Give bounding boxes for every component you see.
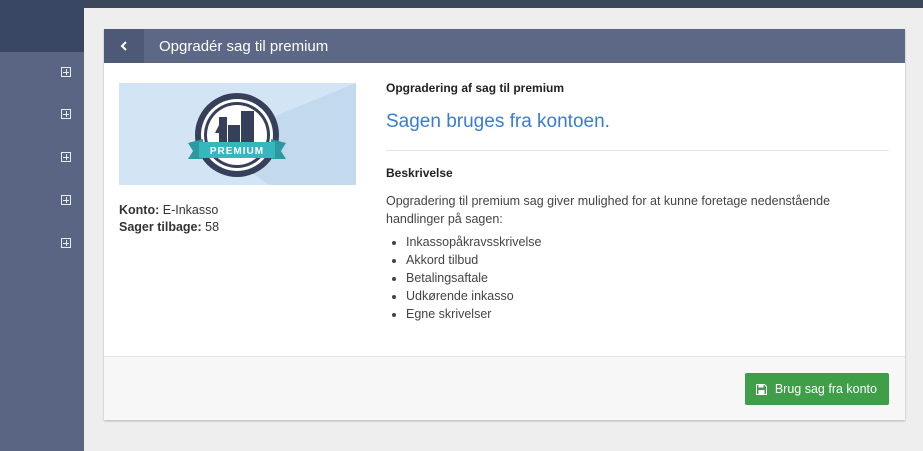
list-item: Akkord tilbud <box>406 251 889 269</box>
description-heading: Beskrivelse <box>386 166 453 180</box>
upgrade-panel: Opgradér sag til premium PREMIUM Konto: … <box>104 29 905 420</box>
list-item: Egne skrivelser <box>406 305 889 323</box>
page-title: Opgradér sag til premium <box>159 37 329 55</box>
feature-list: Inkassopåkravsskrivelse Akkord tilbud Be… <box>386 233 889 323</box>
floppy-disk-icon <box>755 383 767 395</box>
konto-label: Konto: <box>119 203 160 217</box>
premium-badge-icon: PREMIUM <box>188 83 356 185</box>
konto-row: Konto: E-Inkasso <box>119 202 356 219</box>
plus-square-icon <box>61 238 71 248</box>
status-text: Sagen bruges fra kontoen. <box>386 111 610 132</box>
details-column: Opgradering af sag til premium Sagen bru… <box>386 81 889 323</box>
sager-label: Sager tilbage: <box>119 220 202 234</box>
upgrade-title: Opgradering af sag til premium <box>386 81 565 95</box>
plus-square-icon <box>61 67 71 77</box>
account-column: PREMIUM Konto: E-Inkasso Sager tilbage: … <box>119 83 356 236</box>
sidebar-header <box>0 0 84 52</box>
sidebar-item-5[interactable] <box>0 223 84 263</box>
sidebar-item-4[interactable] <box>0 180 84 220</box>
panel-footer: Brug sag fra konto <box>104 356 905 420</box>
sidebar <box>0 0 84 451</box>
plus-square-icon <box>61 152 71 162</box>
badge-text: PREMIUM <box>210 146 264 157</box>
sager-value: 58 <box>205 220 220 234</box>
divider <box>386 150 889 151</box>
list-item: Udkørende inkasso <box>406 287 889 305</box>
sidebar-item-1[interactable] <box>0 52 84 92</box>
account-info: Konto: E-Inkasso Sager tilbage: 58 <box>119 202 356 236</box>
sidebar-item-2[interactable] <box>0 94 84 134</box>
plus-square-icon <box>61 109 71 119</box>
chevron-left-icon <box>120 41 127 51</box>
sager-row: Sager tilbage: 58 <box>119 219 356 236</box>
konto-value: E-Inkasso <box>162 203 219 217</box>
premium-badge-image: PREMIUM <box>119 83 356 185</box>
top-bar <box>0 0 923 8</box>
list-item: Betalingsaftale <box>406 269 889 287</box>
use-case-from-account-button[interactable]: Brug sag fra konto <box>744 373 889 405</box>
plus-square-icon <box>61 195 71 205</box>
description-text: Opgradering til premium sag giver muligh… <box>386 194 831 226</box>
button-label: Brug sag fra konto <box>774 382 877 396</box>
sidebar-item-3[interactable] <box>0 137 84 177</box>
list-item: Inkassopåkravsskrivelse <box>406 233 889 251</box>
back-button[interactable] <box>104 29 144 63</box>
panel-header: Opgradér sag til premium <box>104 29 905 63</box>
